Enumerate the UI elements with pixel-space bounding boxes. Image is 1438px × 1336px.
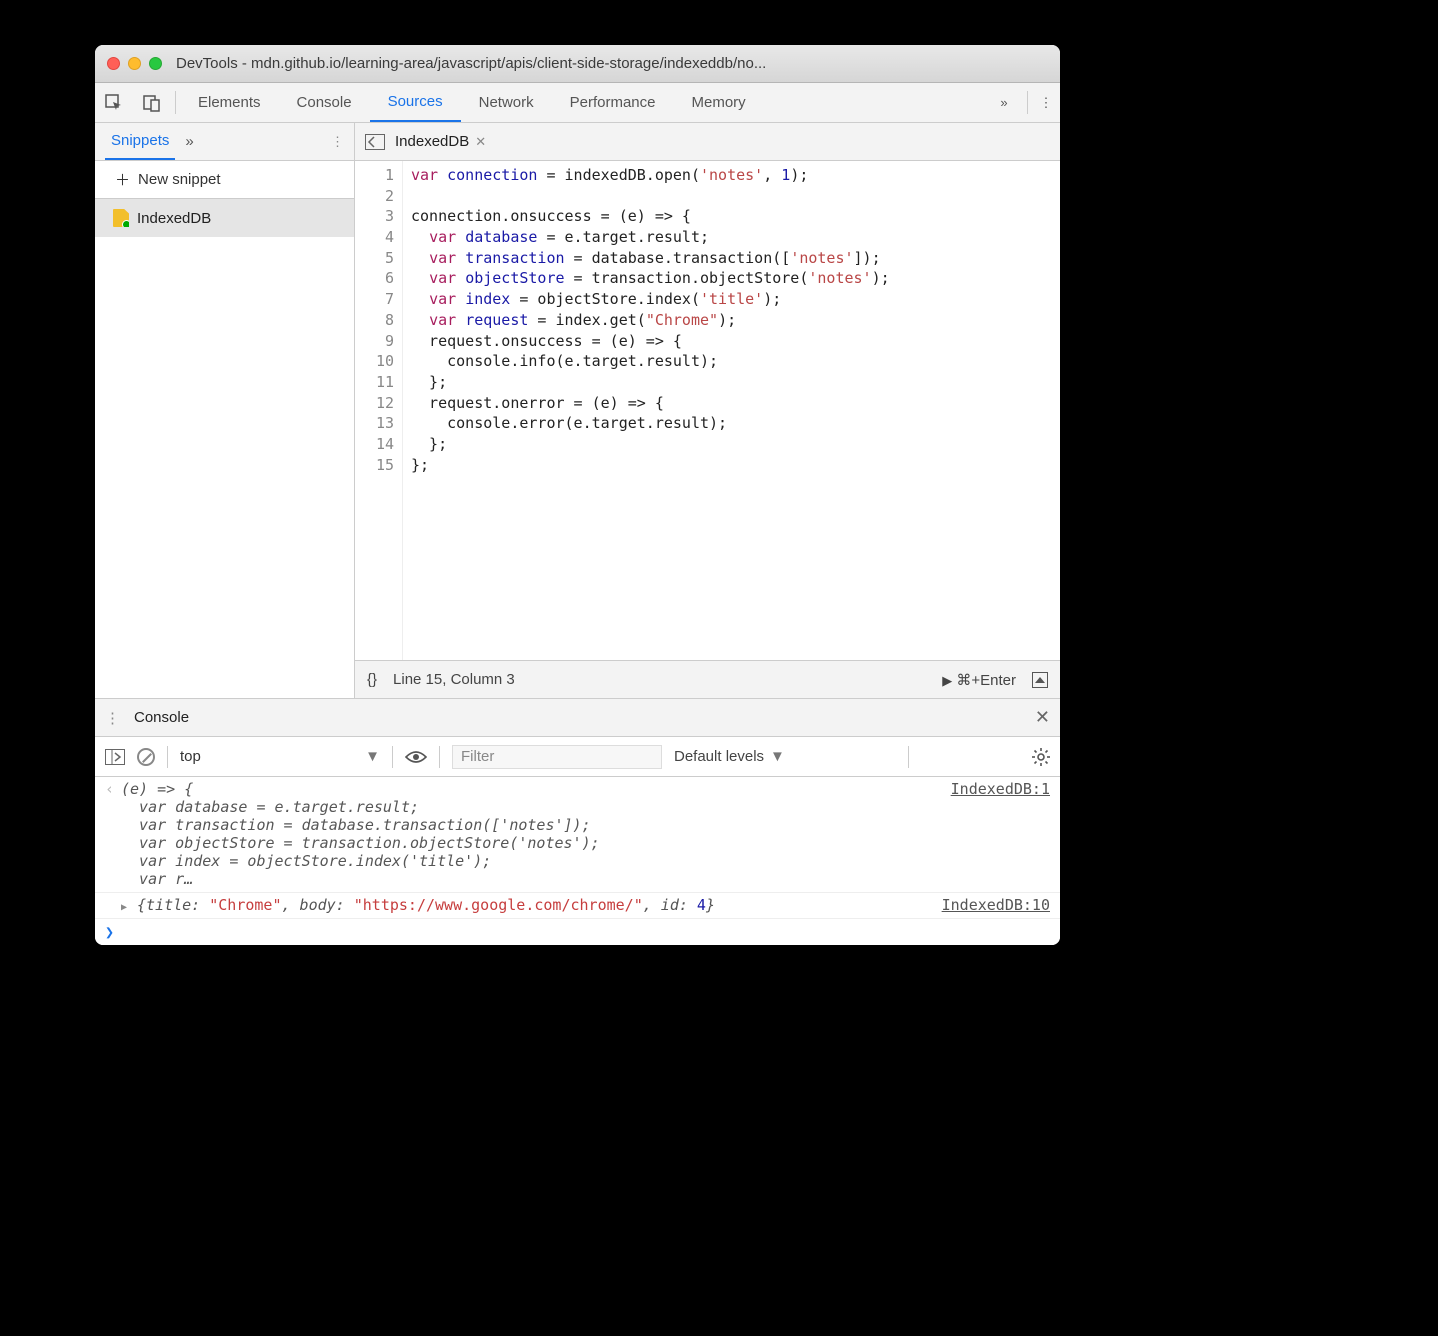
console-prompt[interactable]: ❯ [95, 919, 1060, 945]
separator [908, 746, 909, 768]
log-object: {title: "Chrome", body: "https://www.goo… [137, 896, 715, 914]
editor-tabbar: IndexedDB ✕ [355, 123, 1060, 161]
panel-tab-console[interactable]: Console [279, 83, 370, 122]
console-settings-icon[interactable] [1032, 748, 1050, 766]
devtools-window: DevTools - mdn.github.io/learning-area/j… [95, 45, 1060, 945]
separator [167, 746, 168, 768]
window-title: DevTools - mdn.github.io/learning-area/j… [176, 55, 766, 72]
console-filter-input[interactable]: Filter [452, 745, 662, 769]
navigator-tab-snippets[interactable]: Snippets [105, 123, 175, 160]
run-snippet-button[interactable]: ▶ ⌘+Enter [942, 671, 1016, 689]
new-snippet-button[interactable]: ＋ New snippet [95, 161, 354, 199]
editor-tab-label: IndexedDB [395, 133, 469, 150]
separator [439, 746, 440, 768]
show-navigator-icon[interactable] [365, 134, 385, 150]
console-log-row[interactable]: {title: "Chrome", body: "https://www.goo… [95, 893, 1060, 919]
log-levels-selector[interactable]: Default levels ▼ [674, 748, 785, 765]
drawer-tab-console[interactable]: Console [134, 709, 189, 726]
device-toolbar-icon[interactable] [133, 83, 171, 122]
console-output: ‹ (e) => { var database = e.target.resul… [95, 777, 1060, 945]
drawer-header: ⋮ Console ✕ [95, 699, 1060, 737]
zoom-window-button[interactable] [149, 57, 162, 70]
snippet-list: IndexedDB [95, 199, 354, 698]
log-source-link[interactable]: IndexedDB:10 [942, 896, 1050, 914]
snippet-file-icon [113, 209, 129, 227]
editor-tab[interactable]: IndexedDB ✕ [395, 133, 486, 150]
console-log-row[interactable]: ‹ (e) => { var database = e.target.resul… [95, 777, 1060, 893]
inspect-element-icon[interactable] [95, 83, 133, 122]
console-toolbar: top ▼ Filter Default levels ▼ [95, 737, 1060, 777]
panel-tab-performance[interactable]: Performance [552, 83, 674, 122]
panel-tabs: ElementsConsoleSourcesNetworkPerformance… [180, 83, 985, 122]
close-window-button[interactable] [107, 57, 120, 70]
separator [392, 746, 393, 768]
navigator-menu-icon[interactable]: ⋮ [331, 134, 344, 150]
live-expression-icon[interactable] [405, 750, 427, 764]
close-tab-icon[interactable]: ✕ [475, 134, 486, 150]
panel-tab-elements[interactable]: Elements [180, 83, 279, 122]
panel-tab-memory[interactable]: Memory [674, 83, 764, 122]
expand-icon[interactable]: ‹ [105, 780, 115, 888]
snippet-item-label: IndexedDB [137, 210, 211, 227]
snippet-item[interactable]: IndexedDB [95, 199, 354, 237]
drawer-menu-icon[interactable]: ⋮ [105, 709, 120, 727]
navigator-more-icon[interactable]: » [185, 133, 193, 150]
titlebar: DevTools - mdn.github.io/learning-area/j… [95, 45, 1060, 83]
console-sidebar-toggle-icon[interactable] [105, 749, 125, 765]
main-toolbar: ElementsConsoleSourcesNetworkPerformance… [95, 83, 1060, 123]
code-editor[interactable]: 123456789101112131415 var connection = i… [355, 161, 1060, 660]
panel-tab-sources[interactable]: Sources [370, 83, 461, 122]
levels-label: Default levels [674, 748, 764, 765]
dropdown-icon: ▼ [770, 748, 785, 765]
dropdown-icon: ▼ [365, 748, 380, 765]
traffic-lights [107, 57, 162, 70]
navigator-panel: Snippets » ⋮ ＋ New snippet IndexedDB [95, 123, 355, 698]
code-content[interactable]: var connection = indexedDB.open('notes',… [403, 161, 898, 660]
new-snippet-label: New snippet [138, 171, 221, 188]
sources-main-row: Snippets » ⋮ ＋ New snippet IndexedDB [95, 123, 1060, 699]
cursor-position: Line 15, Column 3 [393, 671, 515, 688]
context-label: top [180, 748, 201, 765]
editor-statusbar: {} Line 15, Column 3 ▶ ⌘+Enter [355, 660, 1060, 698]
drawer-close-icon[interactable]: ✕ [1035, 707, 1050, 728]
panel-tab-network[interactable]: Network [461, 83, 552, 122]
separator [175, 91, 176, 114]
line-gutter: 123456789101112131415 [355, 161, 403, 660]
execution-context-selector[interactable]: top ▼ [180, 748, 380, 765]
minimize-window-button[interactable] [128, 57, 141, 70]
pretty-print-icon[interactable]: {} [367, 671, 377, 688]
clear-console-icon[interactable] [137, 748, 155, 766]
more-tabs-icon[interactable]: » [985, 83, 1023, 122]
log-text: (e) => { var database = e.target.result;… [121, 780, 600, 888]
navigator-header: Snippets » ⋮ [95, 123, 354, 161]
separator [1027, 91, 1028, 114]
expand-icon[interactable] [121, 896, 131, 914]
show-debugger-icon[interactable] [1032, 672, 1048, 688]
log-source-link[interactable]: IndexedDB:1 [951, 780, 1050, 888]
editor-column: IndexedDB ✕ 123456789101112131415 var co… [355, 123, 1060, 698]
plus-icon: ＋ [115, 169, 130, 190]
filter-placeholder: Filter [461, 748, 494, 765]
kebab-menu-icon[interactable]: ⋮ [1032, 83, 1060, 122]
